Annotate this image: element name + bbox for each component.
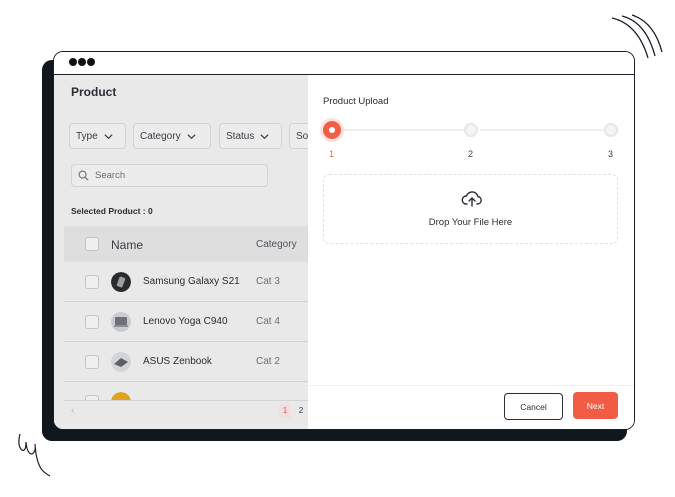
step-number: 1 [329, 149, 335, 159]
filter-category-dropdown[interactable]: Category [133, 123, 211, 149]
filter-status-dropdown[interactable]: Status [219, 123, 282, 149]
search-input[interactable]: Search [71, 164, 268, 187]
select-all-checkbox[interactable] [85, 237, 99, 251]
chevron-down-icon [260, 133, 269, 139]
row-checkbox[interactable] [85, 355, 99, 369]
search-icon [78, 170, 89, 181]
window-dot-icon [78, 58, 86, 66]
laptop-thumb-icon [111, 352, 131, 372]
panel-footer: Cancel Next [308, 385, 634, 429]
product-name: Lenovo Yoga C940 [143, 316, 228, 327]
step-3-indicator[interactable] [604, 123, 618, 137]
step-number: 2 [468, 149, 474, 159]
step-2-indicator[interactable] [464, 123, 478, 137]
product-category: Cat 4 [256, 316, 280, 327]
stepper-line [344, 129, 464, 131]
pagination: ‹ 1 2 [64, 400, 314, 422]
product-category: Cat 3 [256, 276, 280, 287]
phone-thumb-icon [111, 272, 131, 292]
table-row[interactable]: ASUS Zenbook Cat 2 [64, 342, 314, 382]
chevron-down-icon [104, 133, 113, 139]
dropzone-label: Drop Your File Here [428, 217, 513, 228]
column-header-category: Category [256, 239, 297, 250]
filter-label: Category [140, 130, 181, 142]
row-checkbox[interactable] [85, 275, 99, 289]
search-placeholder: Search [95, 170, 126, 181]
product-name: Samsung Galaxy S21 [143, 276, 240, 287]
row-checkbox[interactable] [85, 315, 99, 329]
table-row[interactable]: Samsung Galaxy S21 Cat 3 [64, 262, 314, 302]
page-button-current[interactable]: 1 [279, 404, 291, 418]
window-titlebar [54, 52, 634, 75]
step-number: 3 [608, 149, 614, 159]
selected-count: Selected Product : 0 [71, 206, 153, 216]
product-upload-panel: Product Upload 1 2 3 Drop Your File Here… [308, 75, 634, 429]
column-header-name: Name [111, 238, 144, 252]
laptop-thumb-icon [111, 312, 131, 332]
stepper-line [480, 129, 604, 131]
chevron-left-icon[interactable]: ‹ [71, 405, 74, 416]
window-dot-icon [87, 58, 95, 66]
chevron-down-icon [186, 133, 196, 139]
filter-label: Type [76, 130, 98, 142]
cloud-upload-icon [461, 191, 482, 207]
page-button[interactable]: 2 [295, 404, 307, 418]
filter-type-dropdown[interactable]: Type [69, 123, 126, 149]
page-title: Product [71, 85, 117, 99]
next-button[interactable]: Next [573, 392, 618, 419]
file-dropzone[interactable]: Drop Your File Here [323, 174, 618, 244]
cancel-button[interactable]: Cancel [504, 393, 563, 420]
window-dot-icon [69, 58, 77, 66]
table-header: Name Category [64, 226, 314, 262]
product-name: ASUS Zenbook [143, 356, 212, 367]
filter-label: So [296, 130, 309, 142]
panel-title: Product Upload [323, 96, 389, 107]
step-1-indicator[interactable] [323, 121, 341, 139]
browser-window: Product Type Category Status So Search S… [53, 51, 635, 430]
table-row[interactable]: Lenovo Yoga C940 Cat 4 [64, 302, 314, 342]
filter-label: Status [226, 130, 255, 142]
product-category: Cat 2 [256, 356, 280, 367]
